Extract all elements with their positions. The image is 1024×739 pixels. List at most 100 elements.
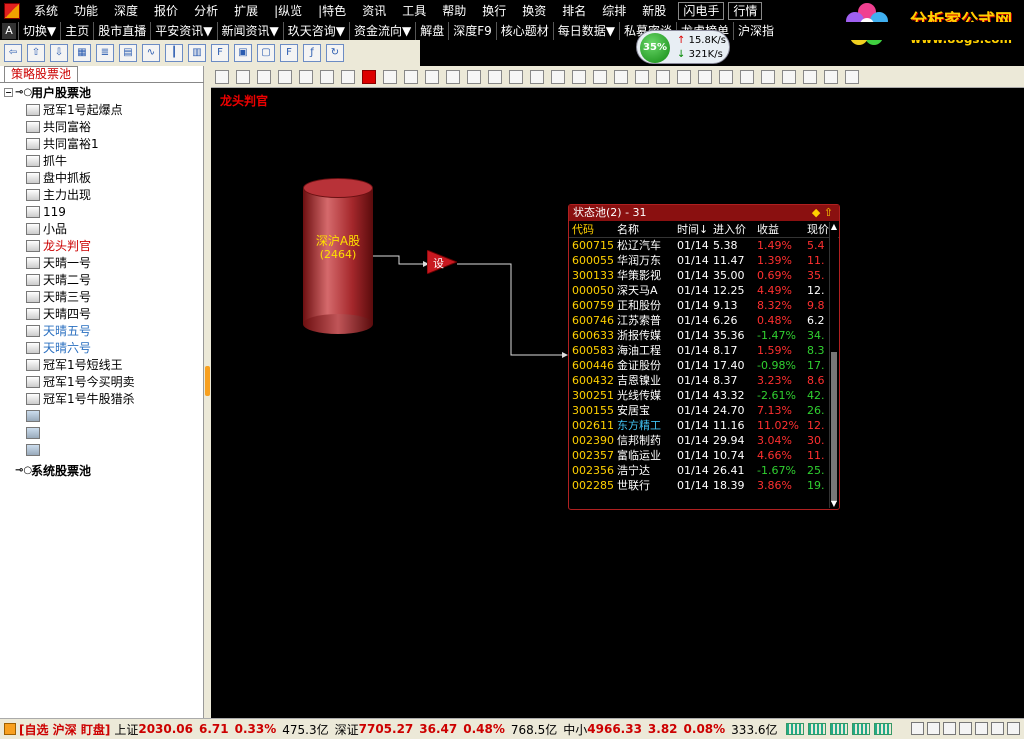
- status-pool-window[interactable]: 状态池(2) - 31 ◆ ⇧ 代码 名称 时间↓ 进入价 收益 现价 6007…: [568, 204, 840, 510]
- tree-item[interactable]: 抓牛: [4, 152, 200, 169]
- col-name[interactable]: 名称: [617, 221, 677, 237]
- col-code[interactable]: 代码: [569, 221, 617, 237]
- tree-item[interactable]: 天晴四号: [4, 305, 200, 322]
- table-row[interactable]: 600432 吉恩镍业 01/14 8.37 3.23% 8.6: [569, 373, 839, 388]
- a-share-icon[interactable]: A: [2, 23, 16, 39]
- watch-tag[interactable]: [自选 沪深 盯盘]: [19, 721, 110, 738]
- menu-item[interactable]: 帮助: [434, 0, 474, 22]
- app-logo-icon[interactable]: [4, 3, 20, 19]
- table-row[interactable]: 600746 江苏索普 01/14 6.26 0.48% 6.2: [569, 313, 839, 328]
- align-middle-icon[interactable]: [740, 69, 754, 84]
- grid-icon[interactable]: ▦: [73, 44, 91, 62]
- menu-item[interactable]: |纵览: [266, 0, 310, 22]
- menu-item[interactable]: 综排: [594, 0, 634, 22]
- nav-item[interactable]: 平安资讯▼: [150, 22, 216, 40]
- run-icon[interactable]: [299, 69, 313, 84]
- rounded-rect-icon[interactable]: [551, 69, 565, 84]
- tree-item[interactable]: 共同富裕1: [4, 135, 200, 152]
- tree-item[interactable]: 盘中抓板: [4, 169, 200, 186]
- table-row[interactable]: 600633 浙报传媒 01/14 35.36 -1.47% 34.: [569, 328, 839, 343]
- align-center-icon[interactable]: [677, 69, 691, 84]
- up-arrow-icon[interactable]: ⇧: [824, 206, 833, 219]
- same-size-icon[interactable]: [824, 69, 838, 84]
- flash-trade-button[interactable]: 闪电手: [678, 2, 725, 20]
- pointer-icon[interactable]: [362, 69, 376, 84]
- table-row[interactable]: 002390 信邦制药 01/14 29.94 3.04% 30.: [569, 433, 839, 448]
- layout-icon[interactable]: [845, 69, 859, 84]
- table-row[interactable]: 002611 东方精工 01/14 11.16 11.02% 12.: [569, 418, 839, 433]
- delete-icon[interactable]: [278, 69, 292, 84]
- align-top-icon[interactable]: [719, 69, 733, 84]
- connector-icon[interactable]: [467, 69, 481, 84]
- thickline-icon[interactable]: [635, 69, 649, 84]
- tree-item[interactable]: 冠军1号牛股猎杀: [4, 390, 200, 407]
- tree-item[interactable]: 主力出现: [4, 186, 200, 203]
- help-icon[interactable]: [975, 722, 988, 735]
- table-icon[interactable]: ▤: [119, 44, 137, 62]
- table-row[interactable]: 300133 华策影视 01/14 35.00 0.69% 35.: [569, 268, 839, 283]
- panel-splitter[interactable]: [204, 66, 211, 718]
- tree-item[interactable]: 天晴六号: [4, 339, 200, 356]
- nav-item[interactable]: 主页: [60, 22, 93, 40]
- scroll-up-icon[interactable]: ▲: [830, 222, 838, 231]
- align-bottom-icon[interactable]: [761, 69, 775, 84]
- align-left-icon[interactable]: [656, 69, 670, 84]
- table-row[interactable]: 000050 深天马A 01/14 12.25 4.49% 12.: [569, 283, 839, 298]
- signal-icon[interactable]: [991, 722, 1004, 735]
- menu-item[interactable]: 资讯: [354, 0, 394, 22]
- tree-item[interactable]: 天晴一号: [4, 254, 200, 271]
- quotes-button[interactable]: 行情: [728, 2, 763, 20]
- col-entry-price[interactable]: 进入价: [713, 221, 757, 237]
- message-icon[interactable]: [943, 722, 956, 735]
- align-right-icon[interactable]: [698, 69, 712, 84]
- fill-icon[interactable]: [614, 69, 628, 84]
- oval-icon[interactable]: [593, 69, 607, 84]
- distribute-h-icon[interactable]: [782, 69, 796, 84]
- arrow-left-icon[interactable]: ⇦: [4, 44, 22, 62]
- collapse-icon[interactable]: −: [4, 88, 13, 97]
- nav-item[interactable]: 核心题材: [495, 22, 553, 40]
- nav-item[interactable]: 切换▼: [18, 22, 60, 40]
- menu-item[interactable]: 报价: [146, 0, 186, 22]
- nav-item[interactable]: 玖天咨询▼: [282, 22, 349, 40]
- open-icon[interactable]: [236, 69, 250, 84]
- menu-item[interactable]: 功能: [66, 0, 106, 22]
- scroll-thumb[interactable]: [831, 352, 837, 502]
- tree-item[interactable]: 天晴五号: [4, 322, 200, 339]
- tree-item[interactable]: 龙头判官: [4, 237, 200, 254]
- tree-item[interactable]: 冠军1号今买明卖: [4, 373, 200, 390]
- distribute-v-icon[interactable]: [803, 69, 817, 84]
- list-icon[interactable]: ≣: [96, 44, 114, 62]
- nav-item[interactable]: 股市直播: [93, 22, 150, 40]
- col-gain[interactable]: 收益: [757, 221, 807, 237]
- tree-root-user[interactable]: − ⊸○ 用户股票池: [4, 84, 200, 101]
- menu-item[interactable]: 新股: [634, 0, 674, 22]
- tree-item[interactable]: 119: [4, 203, 200, 220]
- stop-icon[interactable]: [341, 69, 355, 84]
- circle-icon[interactable]: [383, 69, 397, 84]
- nav-item[interactable]: 资金流向▼: [348, 22, 415, 40]
- menu-item[interactable]: 工具: [394, 0, 434, 22]
- table-row[interactable]: 600715 松辽汽车 01/14 5.38 1.49% 5.4: [569, 238, 839, 253]
- status-pool-header[interactable]: 状态池(2) - 31 ◆ ⇧: [569, 205, 839, 221]
- table-row[interactable]: 300155 安居宝 01/14 24.70 7.13% 26.: [569, 403, 839, 418]
- menu-item[interactable]: 分析: [186, 0, 226, 22]
- menu-item[interactable]: 排名: [554, 0, 594, 22]
- tree-item[interactable]: 冠军1号短线王: [4, 356, 200, 373]
- menu-item[interactable]: 深度: [106, 0, 146, 22]
- arrow-down-icon[interactable]: ⇩: [50, 44, 68, 62]
- ellipse-icon[interactable]: [572, 69, 586, 84]
- tree-root-system[interactable]: ⊸○ 系统股票池: [4, 462, 200, 479]
- table-row[interactable]: 600759 正和股份 01/14 9.13 8.32% 9.8: [569, 298, 839, 313]
- mail-icon[interactable]: [927, 722, 940, 735]
- candlestick-icon[interactable]: ┃: [165, 44, 183, 62]
- pause-icon[interactable]: [320, 69, 334, 84]
- menu-item[interactable]: 扩展: [226, 0, 266, 22]
- table-row[interactable]: 600446 金证股份 01/14 17.40 -0.98% 17.: [569, 358, 839, 373]
- box-icon[interactable]: [404, 69, 418, 84]
- refresh-icon[interactable]: [911, 722, 924, 735]
- rect-icon[interactable]: [530, 69, 544, 84]
- play-icon[interactable]: [425, 69, 439, 84]
- source-cylinder[interactable]: 深沪A股 (2464): [303, 178, 373, 334]
- nav-item[interactable]: 解盘: [415, 22, 448, 40]
